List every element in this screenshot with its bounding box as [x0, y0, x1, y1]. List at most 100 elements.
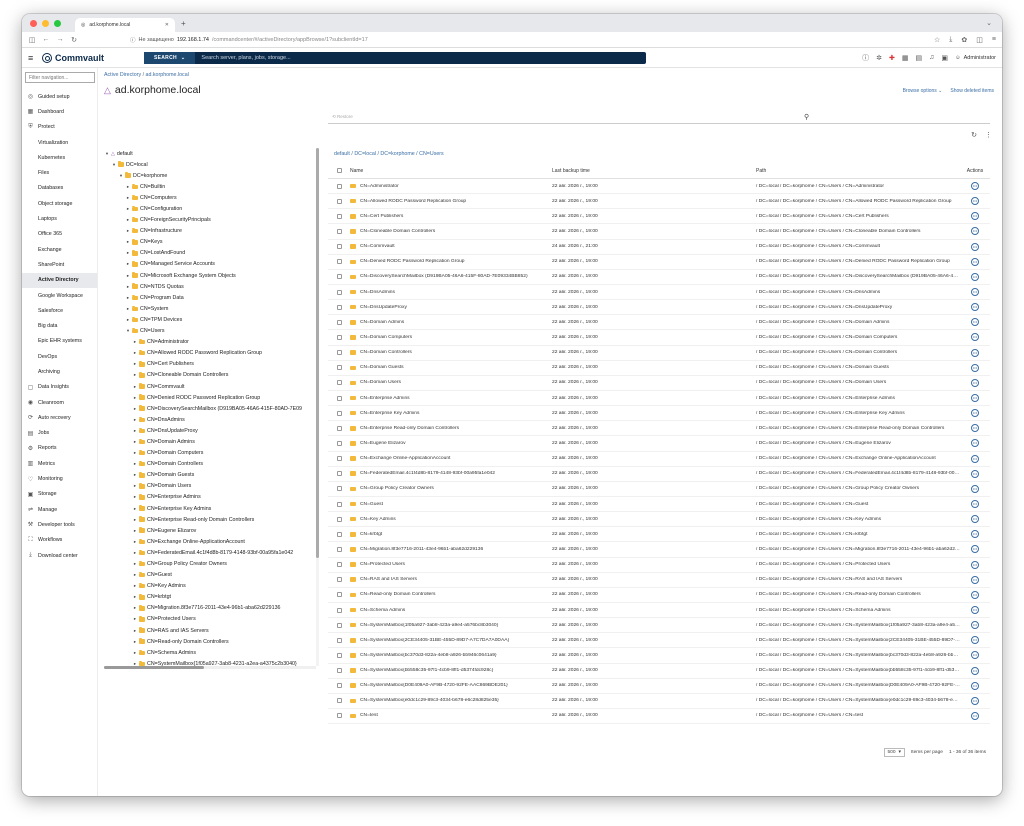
row-checkbox[interactable]	[336, 652, 342, 658]
tree-node[interactable]: ▸ CN=Infrastructure	[104, 226, 316, 237]
caret-down-icon[interactable]: ▾	[111, 162, 117, 168]
caret-right-icon[interactable]: ▸	[132, 594, 138, 600]
table-row[interactable]: CN=Domain Computers 22 авг. 2026 г., 19:0…	[328, 330, 990, 346]
table-row[interactable]: CN=Domain Admins 22 авг. 2026 г., 19:00 / …	[328, 315, 990, 331]
tree-node[interactable]: ▸ CN=Program Data	[104, 292, 316, 303]
row-checkbox[interactable]	[336, 183, 342, 189]
caret-right-icon[interactable]: ▸	[132, 583, 138, 589]
settings-icon[interactable]: ✲	[876, 54, 882, 62]
item-name-link[interactable]: CN=Domain Users	[360, 380, 401, 385]
row-checkbox[interactable]	[336, 319, 342, 325]
row-checkbox[interactable]	[336, 304, 342, 310]
row-checkbox[interactable]	[336, 531, 342, 537]
caret-right-icon[interactable]: ▸	[125, 217, 131, 223]
tree-node[interactable]: ▸ CN=Enterprise Read-only Domain Controll…	[104, 514, 316, 525]
row-checkbox[interactable]	[336, 486, 342, 492]
caret-right-icon[interactable]: ▸	[132, 539, 138, 545]
tree-node[interactable]: ▸ CN=DiscoverySearchMailbox (D919BA05-46A…	[104, 403, 316, 414]
row-actions-icon[interactable]: •••	[971, 560, 979, 569]
row-checkbox[interactable]	[336, 577, 342, 583]
sidebar-item-data-insights[interactable]: ▢ Data Insights	[25, 380, 94, 395]
caret-right-icon[interactable]: ▸	[132, 572, 138, 578]
table-row[interactable]: CN=SystemMailbox{2CE34405-31BE-455D-89D7…	[328, 633, 990, 649]
item-name-link[interactable]: CN=Cert Publishers	[360, 214, 403, 219]
table-row[interactable]: CN=Protected Users 22 авг. 2026 г., 19:00…	[328, 558, 990, 573]
tree-horizontal-scroll-thumb[interactable]	[104, 666, 204, 669]
row-actions-icon[interactable]: •••	[971, 711, 979, 720]
row-actions-icon[interactable]: •••	[971, 500, 979, 509]
back-icon[interactable]: ←	[42, 36, 50, 43]
table-row[interactable]: CN=DnsAdmins 22 авг. 2026 г., 19:00 / DC=l…	[328, 285, 990, 301]
sidebar-item-epic-ehr-systems[interactable]: Epic EHR systems	[25, 334, 94, 349]
row-checkbox[interactable]	[336, 198, 342, 204]
caret-right-icon[interactable]: ▸	[125, 239, 131, 245]
sidebar-item-active-directory[interactable]: Active Directory	[22, 272, 97, 288]
item-name-link[interactable]: CN=Exchange Online-ApplicationAccount	[360, 456, 450, 461]
row-actions-icon[interactable]: •••	[971, 242, 979, 251]
tree-node[interactable]: ▸ CN=Domain Admins	[104, 436, 316, 447]
table-breadcrumb-item[interactable]: DC=korphome	[380, 151, 414, 157]
table-row[interactable]: CN=Administrator 22 авг. 2026 г., 19:00 / …	[328, 179, 990, 195]
caret-right-icon[interactable]: ▸	[132, 472, 138, 478]
row-checkbox[interactable]	[336, 228, 342, 234]
tree-node[interactable]: ▸ CN=Domain Guests	[104, 470, 316, 481]
table-breadcrumb-item[interactable]: CN=Users	[419, 151, 444, 157]
table-row[interactable]: CN=Guest 22 авг. 2026 г., 19:00 / DC=local…	[328, 497, 990, 513]
row-checkbox[interactable]	[336, 622, 342, 628]
sidebar-item-jobs[interactable]: ▤ Jobs	[25, 426, 94, 441]
item-name-link[interactable]: CN=Domain Admins	[360, 320, 404, 325]
item-name-link[interactable]: CN=Protected Users	[360, 562, 405, 567]
caret-right-icon[interactable]: ▸	[132, 561, 138, 567]
item-name-link[interactable]: CN=Administrator	[360, 184, 399, 189]
sidebar-item-storage[interactable]: ▣ Storage	[25, 487, 94, 502]
row-actions-icon[interactable]: •••	[971, 454, 979, 463]
table-breadcrumb-item[interactable]: default	[334, 151, 350, 157]
caret-right-icon[interactable]: ▸	[132, 528, 138, 534]
minimize-window-button[interactable]	[42, 19, 49, 27]
row-checkbox[interactable]	[336, 289, 342, 295]
close-window-button[interactable]	[30, 19, 37, 27]
item-name-link[interactable]: CN=RAS and IAS Servers	[360, 577, 417, 582]
extensions-icon[interactable]: ✿	[961, 36, 967, 44]
caret-right-icon[interactable]: ▸	[125, 284, 131, 290]
table-row[interactable]: CN=SystemMailbox{e0dc1c29-89c3-4034-b678…	[328, 694, 990, 709]
caret-right-icon[interactable]: ▸	[125, 306, 131, 312]
tree-node[interactable]: ▸ CN=FederatedEmail.4c1f4d8b-8179-4148-93…	[104, 547, 316, 558]
tree-horizontal-scrollbar[interactable]	[104, 666, 316, 669]
tree-node[interactable]: ▸ CN=Keys	[104, 237, 316, 248]
row-checkbox[interactable]	[336, 274, 342, 280]
clipboard-icon[interactable]: ▣	[941, 54, 948, 62]
caret-right-icon[interactable]: ▸	[132, 417, 138, 423]
sidebar-item-auto-recovery[interactable]: ⟳ Auto recovery	[25, 410, 94, 425]
tree-node[interactable]: ▸ CN=Administrator	[104, 337, 316, 348]
item-name-link[interactable]: CN=Cloneable Domain Controllers	[360, 229, 435, 234]
row-checkbox[interactable]	[336, 259, 342, 265]
tree-node[interactable]: ▸ CN=Key Admins	[104, 581, 316, 592]
reload-icon[interactable]: ↻	[70, 36, 78, 44]
caret-right-icon[interactable]: ▸	[132, 339, 138, 345]
row-actions-icon[interactable]: •••	[971, 666, 979, 675]
close-tab-icon[interactable]: ✕	[165, 22, 169, 28]
tree-node[interactable]: ▸ CN=Exchange Online-ApplicationAccount	[104, 536, 316, 547]
alert-icon[interactable]: ✚	[889, 54, 895, 62]
caret-right-icon[interactable]: ▸	[132, 395, 138, 401]
row-checkbox[interactable]	[336, 395, 342, 401]
tree-node[interactable]: ▸ CN=LostAndFound	[104, 248, 316, 259]
caret-right-icon[interactable]: ▸	[125, 250, 131, 256]
sidebar-item-monitoring[interactable]: ♡ Monitoring	[25, 471, 94, 486]
item-name-link[interactable]: CN=Domain Controllers	[360, 350, 412, 355]
browse-options-link[interactable]: Browse options ⌄	[903, 88, 943, 94]
item-name-link[interactable]: CN=DnsUpdateProxy	[360, 305, 407, 310]
maximize-window-button[interactable]	[54, 19, 61, 27]
caret-right-icon[interactable]: ▸	[125, 317, 131, 323]
caret-right-icon[interactable]: ▸	[125, 184, 131, 190]
tree-node[interactable]: ▸ CN=Configuration	[104, 203, 316, 214]
sidebar-item-big-data[interactable]: Big data	[25, 318, 94, 333]
document-icon[interactable]: ▤	[915, 54, 922, 62]
tree-vertical-scrollbar[interactable]	[316, 148, 319, 666]
item-name-link[interactable]: CN=SystemMailbox{2CE34405-31BE-455D-89D7…	[360, 638, 509, 643]
sidebar-item-devops[interactable]: DevOps	[25, 349, 94, 364]
row-actions-icon[interactable]: •••	[971, 394, 979, 403]
sidebar-toggle-icon[interactable]: ◫	[28, 36, 36, 44]
tree-node[interactable]: ▸ CN=Denied RODC Password Replication Gro…	[104, 392, 316, 403]
